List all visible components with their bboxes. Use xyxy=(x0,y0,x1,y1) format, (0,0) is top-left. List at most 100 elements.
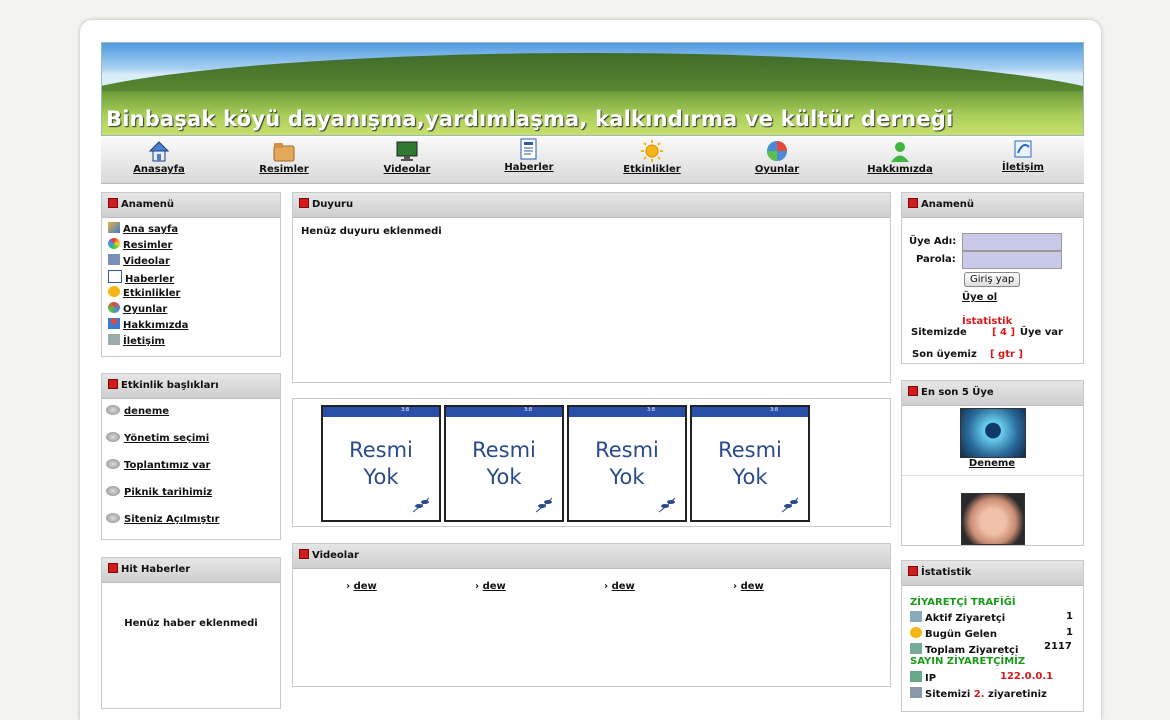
activities-title: Etkinlik başlıkları xyxy=(121,380,219,391)
main-navbar: Anasayfa Resimler Videolar Haberler Etki… xyxy=(101,137,1084,184)
menu-item-resimler[interactable]: Resimler xyxy=(108,238,280,254)
member-avatar[interactable] xyxy=(961,493,1025,545)
activity-item[interactable]: Piknik tarihimiz xyxy=(106,484,280,511)
gallery-thumbnail[interactable]: 3:8 Resmi Yok xyxy=(567,405,687,522)
people-icon xyxy=(910,687,922,698)
members-suffix: Üye var xyxy=(1019,327,1063,338)
left-menu-title: Anamenü xyxy=(121,199,175,210)
site-title: Binbaşak köyü dayanışma,yardımlaşma, kal… xyxy=(106,107,954,131)
site-banner: Binbaşak köyü dayanışma,yardımlaşma, kal… xyxy=(101,42,1084,136)
nav-iletisim[interactable]: İletişim xyxy=(973,137,1073,173)
today-visitors-value: 1 xyxy=(1066,627,1073,638)
last-member-link[interactable]: [ gtr ] xyxy=(990,349,1023,360)
bullet-icon xyxy=(908,566,918,576)
bullet-icon xyxy=(108,198,118,208)
member-name-link[interactable]: Deneme xyxy=(960,458,1024,469)
traffic-heading: ZİYARETÇİ TRAFİĞİ xyxy=(910,597,1016,608)
contact-icon xyxy=(108,334,120,345)
videos-box: Videolar xyxy=(292,543,891,687)
username-label: Üye Adı: xyxy=(909,236,957,247)
activity-item[interactable]: deneme xyxy=(106,403,280,430)
activity-item[interactable]: Toplantımız var xyxy=(106,457,280,484)
nav-hakkimizda[interactable]: Hakkımızda xyxy=(850,139,950,175)
nav-oyunlar[interactable]: Oyunlar xyxy=(727,139,827,175)
gallery-thumbnail[interactable]: 3:8 Resmi Yok xyxy=(444,405,564,522)
activities-box: Etkinlik başlıkları deneme Yönetim seçim… xyxy=(101,373,281,540)
sun-icon xyxy=(910,627,922,638)
announcement-empty: Henüz duyuru eklenmedi xyxy=(301,226,442,237)
disc-icon xyxy=(106,513,120,523)
statistics-title: İstatistik xyxy=(921,567,972,578)
left-menu-list: Ana sayfa Resimler Videolar Haberler Etk… xyxy=(102,218,280,350)
username-input[interactable] xyxy=(962,233,1062,251)
login-title: Anamenü xyxy=(921,199,975,210)
nav-etkinlikler[interactable]: Etkinlikler xyxy=(602,139,702,175)
left-menu-box: Anamenü Ana sayfa Resimler Videolar Habe… xyxy=(101,192,281,357)
nav-resimler[interactable]: Resimler xyxy=(234,139,334,175)
video-link[interactable]: › dew xyxy=(604,581,635,592)
nav-haberler[interactable]: Haberler xyxy=(479,137,579,173)
news-icon xyxy=(108,270,122,283)
register-link[interactable]: Üye ol xyxy=(962,292,997,303)
bullet-icon xyxy=(108,563,118,573)
hit-news-empty: Henüz haber eklenmedi xyxy=(124,618,258,629)
password-input[interactable] xyxy=(962,251,1062,269)
menu-item-hakkimizda[interactable]: Hakkımızda xyxy=(108,318,280,334)
network-icon xyxy=(910,671,922,682)
activity-item[interactable]: Yönetim seçimi xyxy=(106,430,280,457)
bullet-icon xyxy=(108,379,118,389)
activity-item[interactable]: Siteniz Açılmıştır xyxy=(106,511,280,538)
disc-icon xyxy=(106,459,120,469)
video-link[interactable]: › dew xyxy=(733,581,764,592)
videos-title: Videolar xyxy=(312,550,359,561)
monitor-icon xyxy=(396,141,418,161)
sun-icon xyxy=(108,286,120,297)
monitor-icon xyxy=(910,611,922,622)
person-icon xyxy=(108,318,120,329)
color-wheel-icon xyxy=(108,238,120,249)
menu-item-iletisim[interactable]: İletişim xyxy=(108,334,280,350)
leaf-icon xyxy=(781,497,799,513)
announcement-title: Duyuru xyxy=(312,199,354,210)
total-visitors-row: Toplam Ziyaretçi xyxy=(910,643,1018,656)
menu-item-etkinlikler[interactable]: Etkinlikler xyxy=(108,286,280,302)
bullet-icon xyxy=(908,386,918,396)
nav-videolar[interactable]: Videolar xyxy=(357,139,457,175)
latest-members-title: En son 5 Üye xyxy=(921,387,994,398)
disc-icon xyxy=(106,432,120,442)
hit-news-box: Hit Haberler Henüz haber eklenmedi xyxy=(101,557,281,709)
ip-value: 122.0.0.1 xyxy=(1000,671,1054,682)
person-icon xyxy=(891,142,909,162)
leaf-icon xyxy=(658,497,676,513)
announcement-box: Duyuru Henüz duyuru eklenmedi xyxy=(292,192,891,383)
nav-anasayfa[interactable]: Anasayfa xyxy=(109,139,209,175)
menu-item-haberler[interactable]: Haberler xyxy=(108,270,280,286)
visitor-heading: SAYIN ZİYARETÇİMİZ xyxy=(910,656,1026,667)
video-icon xyxy=(108,254,120,265)
bullet-icon xyxy=(299,549,309,559)
video-link[interactable]: › dew xyxy=(475,581,506,592)
active-visitors-value: 1 xyxy=(1066,611,1073,622)
menu-item-oyunlar[interactable]: Oyunlar xyxy=(108,302,280,318)
sun-icon xyxy=(641,140,663,162)
folder-icon xyxy=(273,143,295,162)
menu-item-videolar[interactable]: Videolar xyxy=(108,254,280,270)
video-link[interactable]: › dew xyxy=(346,581,377,592)
disc-icon xyxy=(106,405,120,415)
leaf-icon xyxy=(412,497,430,513)
ball-icon xyxy=(108,302,120,313)
ball-icon xyxy=(767,141,787,161)
leaf-icon xyxy=(535,497,553,513)
login-button[interactable]: Giriş yap xyxy=(964,272,1021,287)
menu-item-ana-sayfa[interactable]: Ana sayfa xyxy=(108,222,280,238)
member-avatar[interactable] xyxy=(960,408,1026,458)
gallery-thumbnail[interactable]: 3:8 Resmi Yok xyxy=(321,405,441,522)
last-member-label: Son üyemiz xyxy=(912,349,977,360)
ip-row: IP xyxy=(910,671,936,684)
total-visitors-value: 2117 xyxy=(1044,641,1072,652)
today-visitors-row: Bugün Gelen xyxy=(910,627,997,640)
disc-icon xyxy=(106,486,120,496)
home-icon xyxy=(108,222,120,233)
gallery-thumbnail[interactable]: 3:8 Resmi Yok xyxy=(690,405,810,522)
people-icon xyxy=(910,643,922,654)
